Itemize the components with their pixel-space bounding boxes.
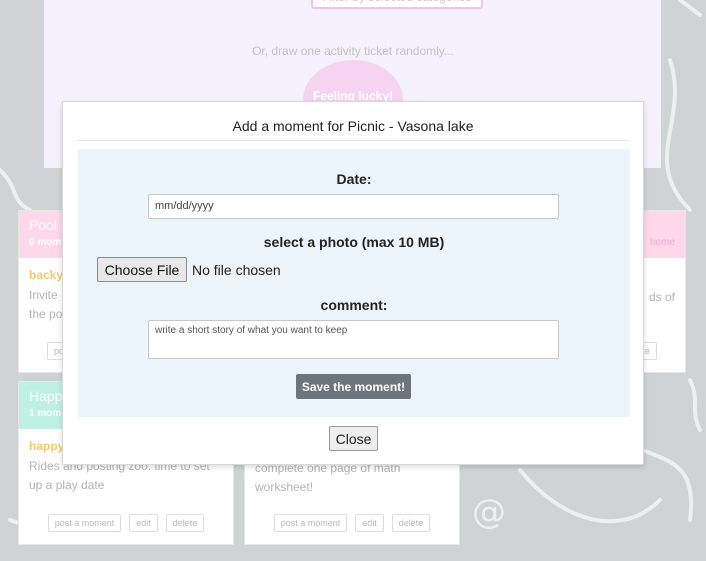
photo-label: select a photo (max 10 MB) [263, 234, 445, 250]
svg-text:@: @ [472, 492, 506, 532]
filter-categories-button[interactable]: Filter by selected categories [311, 0, 483, 9]
post-moment-button[interactable]: post a moment [273, 514, 348, 532]
choose-file-button[interactable]: Choose File [97, 257, 187, 282]
moment-form: Date: mm/dd/yyyy select a photo (max 10 … [78, 149, 630, 417]
close-button[interactable]: Close [329, 426, 378, 451]
post-moment-button[interactable]: post a moment [47, 514, 122, 532]
modal-title: Add a moment for Picnic - Vasona lake [232, 118, 474, 134]
date-label: Date: [336, 171, 372, 187]
add-moment-modal: Add a moment for Picnic - Vasona lake Da… [62, 101, 644, 465]
edit-button[interactable]: edit [355, 514, 384, 532]
divider [77, 140, 629, 141]
file-status: No file chosen [192, 261, 281, 278]
comment-label: comment: [320, 297, 388, 313]
draw-random-text: Or, draw one activity ticket randomly... [252, 44, 454, 58]
edit-button[interactable]: edit [129, 514, 158, 532]
date-field[interactable]: mm/dd/yyyy [148, 194, 559, 219]
delete-button[interactable]: delete [391, 514, 431, 532]
delete-button[interactable]: delete [165, 514, 205, 532]
comment-field[interactable]: write a short story of what you want to … [148, 320, 559, 359]
file-picker: Choose File No file chosen [97, 257, 281, 282]
save-moment-button[interactable]: Save the moment! [296, 374, 411, 399]
